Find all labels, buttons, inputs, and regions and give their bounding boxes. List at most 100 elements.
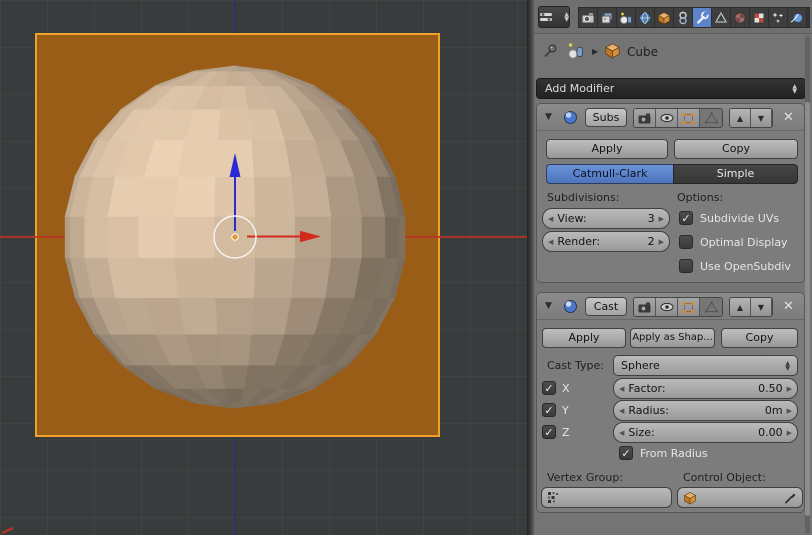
view-subdivisions-field[interactable]: ◀ View: 3 ▶ (542, 208, 670, 229)
check-icon: ✓ (544, 405, 553, 416)
tab-render-layers[interactable] (598, 8, 617, 27)
apply-button[interactable]: Apply (542, 328, 626, 348)
decrement-arrow[interactable]: ◀ (548, 215, 553, 223)
cast-header: ▼ Cast (537, 293, 804, 320)
toggle-editmode-display[interactable] (678, 298, 700, 316)
tab-object[interactable] (655, 8, 674, 27)
pin-icon[interactable] (542, 43, 558, 59)
simple-toggle[interactable]: Simple (673, 164, 798, 184)
add-modifier-menu[interactable]: Add Modifier ▲▼ (536, 78, 806, 99)
options-label: Options: (677, 191, 723, 204)
copy-button[interactable]: Copy (674, 139, 798, 159)
move-modifier-down-button[interactable]: ▼ (751, 298, 772, 316)
modifier-name-field[interactable]: Subs (585, 108, 627, 127)
3d-viewport[interactable] (0, 0, 528, 535)
use-opensubdiv-checkbox[interactable] (679, 259, 693, 273)
decrement-arrow[interactable]: ◀ (548, 238, 553, 246)
check-icon: ✓ (621, 448, 630, 459)
eyedropper-icon[interactable] (784, 491, 797, 504)
toggle-render-visibility[interactable] (634, 109, 656, 127)
apply-button[interactable]: Apply (546, 139, 668, 159)
toggle-editmode-display[interactable] (678, 109, 700, 127)
from-radius-label: From Radius (640, 447, 708, 460)
add-modifier-label: Add Modifier (545, 82, 614, 95)
cast-type-dropdown[interactable]: Sphere ▲▼ (613, 355, 798, 376)
mini-axis-gizmo-clipped (2, 528, 13, 533)
delete-modifier-button[interactable]: ✕ (783, 300, 794, 313)
toggle-render-visibility[interactable] (634, 298, 656, 316)
tab-object-data[interactable] (712, 8, 731, 27)
check-icon: ✓ (544, 427, 553, 438)
delete-modifier-button[interactable]: ✕ (783, 111, 794, 124)
increment-arrow[interactable]: ▶ (659, 238, 664, 246)
decrement-arrow[interactable]: ◀ (619, 407, 624, 415)
increment-arrow[interactable]: ▶ (787, 429, 792, 437)
modifier-panel-cast: ▼ Cast (536, 292, 805, 513)
increment-arrow[interactable]: ▶ (787, 385, 792, 393)
decrement-arrow[interactable]: ◀ (619, 385, 624, 393)
editor-divider[interactable] (527, 0, 534, 535)
modifier-name-field[interactable]: Cast (585, 297, 627, 316)
editmode-box-icon (682, 301, 695, 314)
factor-label: Factor: (628, 382, 665, 395)
tab-texture[interactable] (750, 8, 769, 27)
toggle-cage-display[interactable] (700, 298, 722, 316)
tab-render[interactable] (579, 8, 598, 27)
render-label: Render: (557, 235, 600, 248)
properties-tabs (578, 7, 810, 28)
tab-modifiers[interactable] (693, 8, 712, 27)
cage-triangle-icon (705, 112, 718, 124)
eye-icon (660, 113, 674, 123)
cast-type-value: Sphere (621, 359, 660, 372)
optimal-display-checkbox[interactable] (679, 235, 693, 249)
eye-icon (660, 302, 674, 312)
from-radius-checkbox[interactable]: ✓ (619, 446, 633, 460)
tab-physics[interactable] (788, 8, 807, 27)
render-subdivisions-field[interactable]: ◀ Render: 2 ▶ (542, 231, 670, 252)
physics-icon (790, 11, 804, 25)
copy-button[interactable]: Copy (721, 328, 798, 348)
expand-triangle[interactable]: ▼ (545, 301, 552, 311)
cast-type-label: Cast Type: (547, 359, 604, 372)
editor-type-selector[interactable]: ▲▼ (538, 6, 570, 28)
axis-x-checkbox[interactable]: ✓ (542, 381, 556, 395)
tab-material[interactable] (731, 8, 750, 27)
subdivide-uvs-checkbox[interactable]: ✓ (679, 211, 693, 225)
tab-particles[interactable] (769, 8, 788, 27)
expand-triangle[interactable]: ▼ (545, 112, 552, 122)
vertex-group-field[interactable] (541, 487, 672, 508)
move-modifier-up-button[interactable]: ▲ (730, 298, 751, 316)
axis-y-checkbox[interactable]: ✓ (542, 403, 556, 417)
toggle-cage-display[interactable] (700, 109, 722, 127)
increment-arrow[interactable]: ▶ (787, 407, 792, 415)
factor-field[interactable]: ◀ Factor: 0.50 ▶ (613, 378, 798, 399)
panel-scrollbar[interactable] (805, 36, 810, 534)
subdivided-sphere-object[interactable] (63, 65, 407, 409)
apply-as-shapekey-button[interactable]: Apply as Shap... (630, 328, 715, 348)
texture-checker-icon (752, 11, 766, 25)
move-modifier-down-button[interactable]: ▼ (751, 109, 772, 127)
axis-y-label: Y (562, 404, 569, 417)
breadcrumb-arrow: ▶ (592, 47, 598, 56)
check-icon: ✓ (544, 383, 553, 394)
tab-world[interactable] (636, 8, 655, 27)
toggle-viewport-visibility[interactable] (656, 109, 678, 127)
control-object-field[interactable] (677, 487, 803, 508)
scrollbar-thumb[interactable] (805, 102, 810, 516)
decrement-arrow[interactable]: ◀ (619, 429, 624, 437)
radius-field[interactable]: ◀ Radius: 0m ▶ (613, 400, 798, 421)
camera-icon (581, 11, 595, 25)
tab-scene[interactable] (617, 8, 636, 27)
layers-icon (600, 11, 614, 25)
camera-icon (638, 113, 651, 124)
move-modifier-up-button[interactable]: ▲ (730, 109, 751, 127)
toggle-viewport-visibility[interactable] (656, 298, 678, 316)
size-field[interactable]: ◀ Size: 0.00 ▶ (613, 422, 798, 443)
sliders-icon (539, 11, 553, 23)
increment-arrow[interactable]: ▶ (659, 215, 664, 223)
catmull-clark-toggle[interactable]: Catmull-Clark (546, 164, 673, 184)
optimal-display-label: Optimal Display (700, 236, 788, 249)
breadcrumb: ▶ Cube (534, 35, 812, 68)
tab-constraints[interactable] (674, 8, 693, 27)
axis-z-checkbox[interactable]: ✓ (542, 425, 556, 439)
